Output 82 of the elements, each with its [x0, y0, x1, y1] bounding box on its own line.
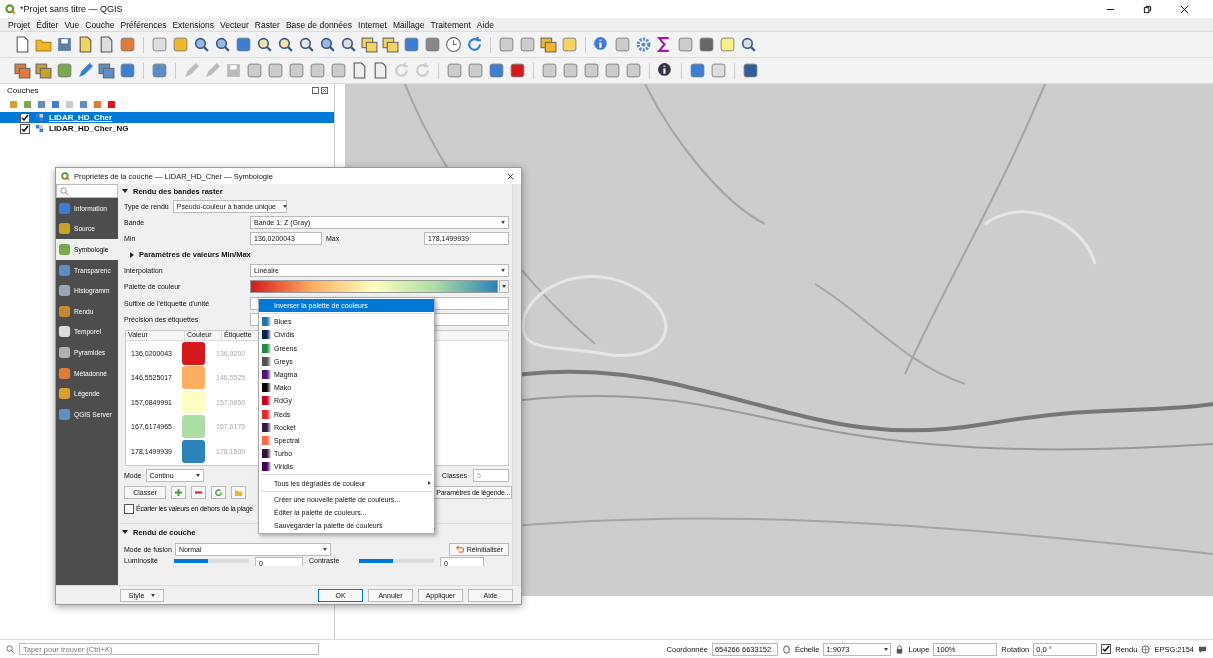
window-title: *Projet sans titre — QGIS [20, 4, 123, 14]
close-icon[interactable] [321, 87, 328, 94]
restore-icon[interactable] [1143, 4, 1152, 14]
document-icon[interactable] [77, 36, 94, 53]
checkbox[interactable] [20, 112, 30, 123]
refresh-icon[interactable] [466, 36, 483, 53]
menu-item[interactable]: Traitement [430, 19, 471, 30]
add-icon[interactable] [171, 485, 186, 499]
caret-icon [151, 593, 156, 597]
caret-icon [501, 268, 505, 272]
layer-name: LIDAR_HD_Cher [49, 113, 113, 122]
color-swatch[interactable] [182, 415, 205, 439]
menu-item[interactable]: Base de données [285, 19, 353, 30]
document-icon[interactable] [14, 36, 31, 53]
menu-item[interactable]: Vecteur [220, 19, 249, 30]
refresh-icon[interactable] [211, 485, 226, 499]
menu-item[interactable]: Extensions [172, 19, 214, 30]
caret-icon [283, 204, 287, 208]
app-logo-icon [61, 171, 70, 181]
color-ramp-button[interactable] [250, 280, 498, 294]
remove-icon[interactable] [191, 485, 206, 499]
zoom-icon[interactable] [256, 36, 273, 53]
menu-item[interactable]: Préférences [120, 19, 167, 30]
zoom-icon[interactable] [740, 36, 757, 53]
close-icon[interactable] [1180, 4, 1189, 14]
checkbox[interactable] [1101, 644, 1112, 654]
submenu-arrow-icon [428, 481, 431, 486]
info-icon[interactable] [593, 36, 610, 53]
search-field[interactable] [56, 184, 118, 198]
mouse-icon[interactable] [781, 644, 791, 654]
caret-icon[interactable] [499, 280, 509, 294]
menu-item[interactable]: Aide [476, 19, 494, 30]
checkbox[interactable] [124, 503, 134, 514]
caret-icon [501, 221, 505, 225]
color-swatch[interactable] [182, 390, 205, 414]
close-icon[interactable] [506, 171, 515, 181]
layers-icon[interactable] [361, 36, 378, 53]
menu-item[interactable]: Maillage [392, 19, 425, 30]
document-icon[interactable] [98, 36, 115, 53]
clock-icon[interactable] [445, 36, 462, 53]
color-swatch[interactable] [182, 341, 205, 365]
zoom-icon[interactable] [319, 36, 336, 53]
search-icon [6, 644, 15, 654]
panel-title: Couches [7, 86, 39, 95]
messages-icon[interactable] [1198, 644, 1207, 654]
layer-item[interactable]: LIDAR_HD_Cher [0, 112, 334, 123]
layer-item[interactable]: LIDAR_HD_Cher_NG [0, 123, 334, 134]
menu-item[interactable]: Couche [85, 19, 115, 30]
layers-icon[interactable] [14, 62, 31, 79]
caret-icon [195, 474, 200, 478]
layers-icon[interactable] [382, 36, 399, 53]
menu-item[interactable]: Vue [64, 19, 80, 30]
checkbox[interactable] [20, 123, 30, 134]
float-icon[interactable] [312, 87, 319, 94]
reset-icon [454, 544, 464, 554]
app-logo-icon [5, 3, 16, 15]
caret-icon [322, 547, 327, 551]
contrast-slider[interactable] [359, 559, 434, 564]
zoom-icon[interactable] [277, 36, 294, 53]
scrollbar[interactable] [512, 184, 521, 585]
zoom-icon[interactable] [298, 36, 315, 53]
menu-item[interactable]: Raster [254, 19, 280, 30]
raster-layer-icon [35, 113, 44, 122]
brightness-slider[interactable] [174, 559, 249, 564]
layer-name: LIDAR_HD_Cher_NG [49, 124, 129, 133]
zoom-icon[interactable] [340, 36, 357, 53]
zoom-out-icon[interactable] [214, 36, 231, 53]
layers-icon[interactable] [98, 62, 115, 79]
pencil-icon[interactable] [77, 62, 94, 79]
menu-item[interactable]: Projet [8, 19, 31, 30]
layers-icon[interactable] [35, 62, 52, 79]
search-icon [60, 186, 69, 196]
zoom-in-icon[interactable] [193, 36, 210, 53]
caret-icon [884, 647, 889, 651]
color-swatch[interactable] [182, 439, 205, 463]
settings-icon[interactable] [635, 36, 652, 53]
lock-icon[interactable] [895, 644, 905, 654]
menu-item[interactable]: Éditer [36, 19, 59, 30]
menu-item[interactable]: Internet [358, 19, 387, 30]
save-icon[interactable] [56, 36, 73, 53]
color-swatch[interactable] [182, 366, 205, 390]
raster-layer-icon [35, 124, 44, 133]
